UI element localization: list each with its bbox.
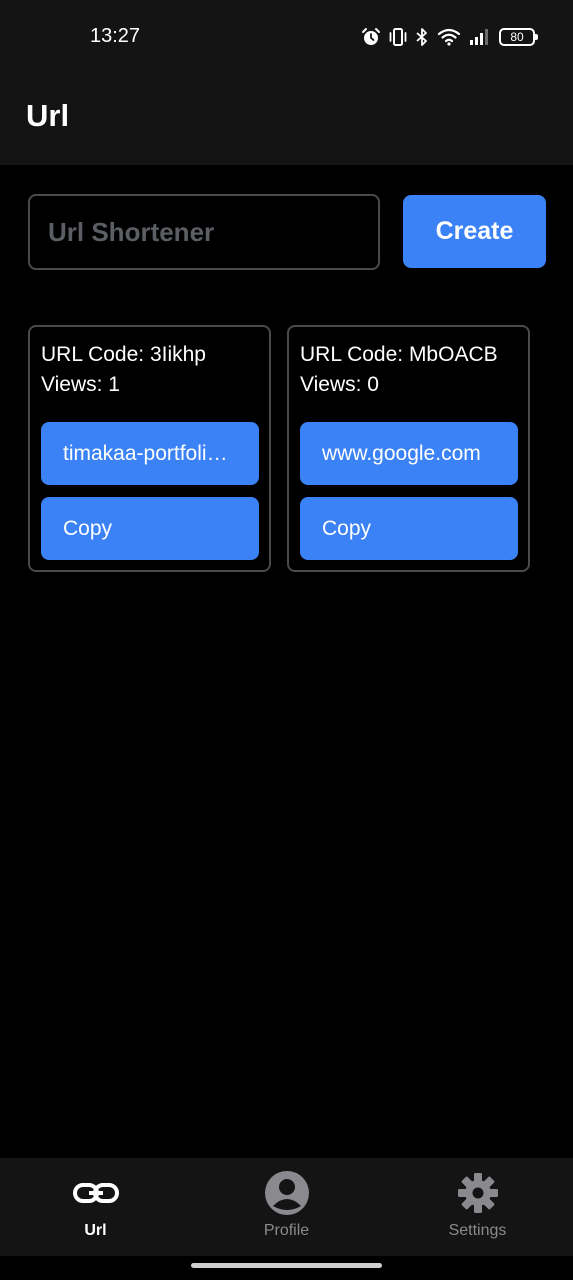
gesture-area <box>0 1256 573 1280</box>
bottom-nav: Url Profile Settings <box>0 1158 573 1256</box>
nav-label: Profile <box>263 1222 310 1239</box>
create-button[interactable]: Create <box>403 195 546 268</box>
nav-item-profile[interactable]: Profile <box>191 1158 382 1256</box>
link-icon <box>72 1170 120 1216</box>
url-code-label: URL Code: MbOACB <box>300 343 498 366</box>
copy-button[interactable]: Copy <box>300 497 518 560</box>
views-label: Views: 1 <box>41 373 120 396</box>
open-link-button[interactable]: www.google.com <box>300 422 518 485</box>
views-label: Views: 0 <box>300 373 379 396</box>
url-card: URL Code: MbOACB Views: 0 www.google.com… <box>287 325 530 572</box>
url-code-label: URL Code: 3Iikhp <box>41 343 206 366</box>
wifi-icon <box>437 27 461 47</box>
gear-icon <box>457 1170 499 1216</box>
alarm-icon <box>361 27 381 47</box>
nav-item-settings[interactable]: Settings <box>382 1158 573 1256</box>
status-icons: 80 <box>361 25 538 49</box>
app-bar: Url <box>0 72 573 165</box>
open-link-button[interactable]: timakaa-portfolio.vercel.app <box>41 422 259 485</box>
nav-item-url[interactable]: Url <box>0 1158 191 1256</box>
url-card: URL Code: 3Iikhp Views: 1 timakaa-portfo… <box>28 325 271 572</box>
home-indicator[interactable] <box>191 1263 382 1268</box>
bluetooth-icon <box>415 27 429 47</box>
status-time: 13:27 <box>90 25 141 47</box>
nav-label: Url <box>84 1222 107 1239</box>
status-bar: 13:27 80 <box>0 0 573 72</box>
profile-icon <box>264 1170 310 1216</box>
nav-label: Settings <box>448 1222 507 1239</box>
battery-icon: 80 <box>499 28 538 46</box>
vibrate-icon <box>389 27 407 47</box>
signal-icon <box>469 27 491 47</box>
page-title: Url <box>26 98 70 133</box>
copy-button[interactable]: Copy <box>41 497 259 560</box>
url-input[interactable] <box>28 194 380 270</box>
screen: 13:27 80 Url Url Shortener Create URL Co… <box>0 0 573 1280</box>
